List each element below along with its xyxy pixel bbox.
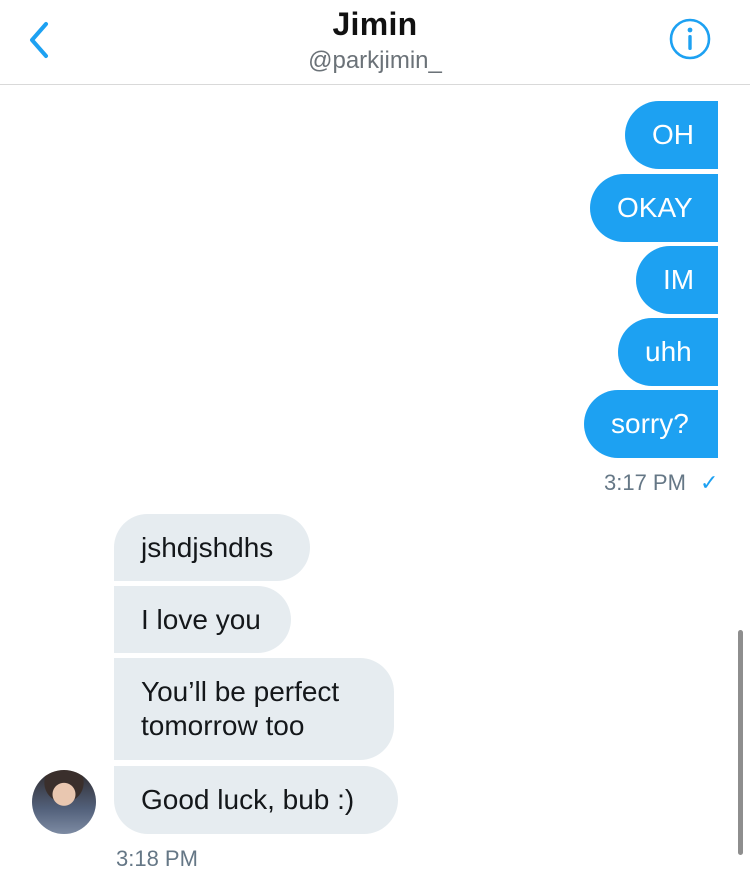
sent-message[interactable]: uhh <box>618 318 718 386</box>
conversation-title-area[interactable]: Jimin @parkjimin_ <box>0 4 750 76</box>
info-circle-icon <box>669 18 711 60</box>
received-timestamp: 3:18 PM <box>116 846 198 871</box>
avatar[interactable] <box>32 770 96 834</box>
received-message[interactable]: I love you <box>114 586 291 653</box>
sent-timestamp: 3:17 PM ✓ <box>604 470 718 496</box>
received-message[interactable]: You’ll be perfect tomorrow too <box>114 658 394 760</box>
sent-message[interactable]: IM <box>636 246 718 314</box>
sent-time: 3:17 PM <box>604 470 686 495</box>
sent-message[interactable]: sorry? <box>584 390 718 458</box>
conversation-header: Jimin @parkjimin_ <box>0 0 750 85</box>
contact-name: Jimin <box>332 6 418 42</box>
scrollbar[interactable] <box>738 630 743 855</box>
info-button[interactable] <box>668 17 712 61</box>
checkmark-icon: ✓ <box>699 470 719 495</box>
contact-handle: @parkjimin_ <box>308 47 442 74</box>
received-message[interactable]: Good luck, bub :) <box>114 766 398 834</box>
sent-message[interactable]: OKAY <box>590 174 718 242</box>
sent-message[interactable]: OH <box>625 101 718 169</box>
received-message[interactable]: jshdjshdhs <box>114 514 310 581</box>
